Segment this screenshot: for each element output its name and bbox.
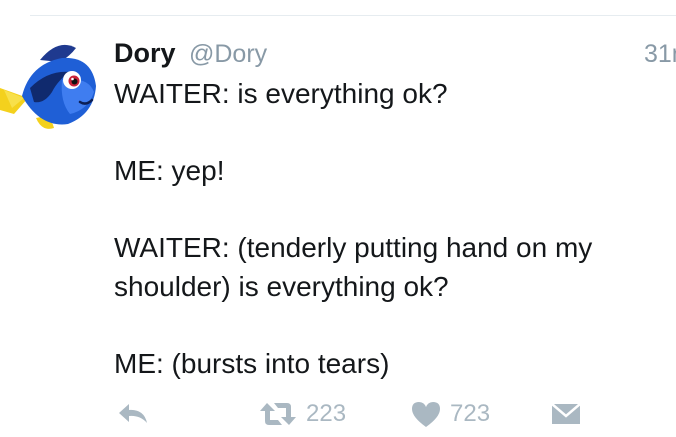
direct-message-button[interactable] — [551, 395, 581, 433]
avatar[interactable] — [0, 36, 100, 136]
tweet-actions: 223 723 — [0, 395, 676, 433]
like-count: 723 — [450, 400, 491, 427]
tweet-text: WAITER: is everything ok? ME: yep! WAITE… — [114, 78, 593, 379]
like-button[interactable]: 723 — [410, 395, 490, 433]
blue-tang-fish-avatar-icon — [0, 44, 96, 129]
retweet-button[interactable]: 223 — [258, 395, 346, 433]
envelope-icon — [551, 403, 581, 424]
display-name[interactable]: Dory — [114, 38, 176, 69]
heart-icon — [412, 402, 440, 427]
top-divider — [30, 15, 676, 16]
user-handle[interactable]: @Dory — [189, 40, 267, 69]
reply-icon — [119, 404, 147, 423]
retweet-icon — [260, 403, 296, 425]
reply-button[interactable] — [116, 395, 150, 433]
timestamp[interactable]: 31m — [644, 40, 676, 69]
tweet-header: Dory @Dory 31m — [114, 36, 676, 72]
retweet-count: 223 — [306, 400, 347, 427]
